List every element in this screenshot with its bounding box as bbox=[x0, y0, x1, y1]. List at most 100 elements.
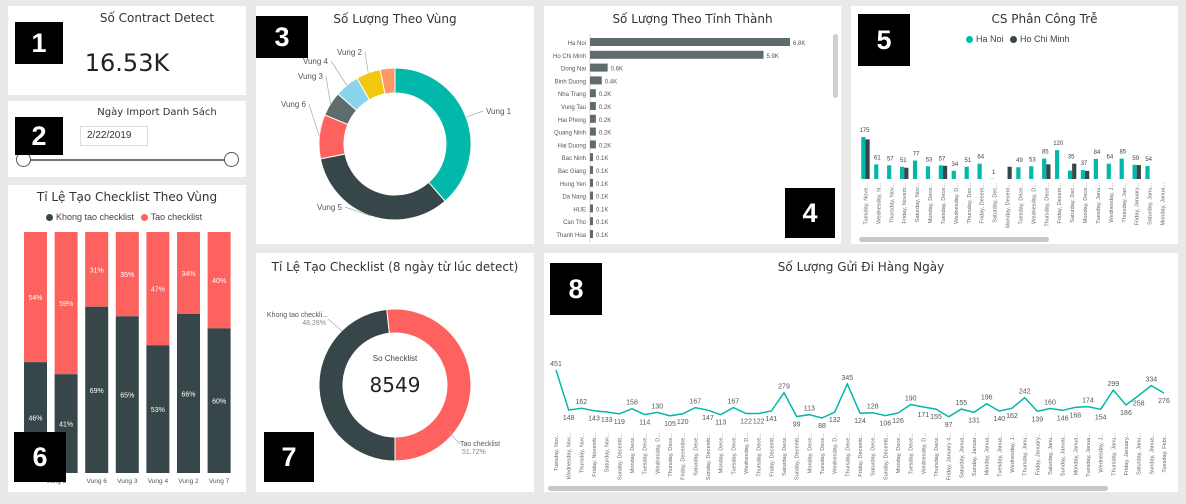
daily-category-label: Friday, Decembe... bbox=[681, 433, 687, 480]
cs-category-label: Tuesday, Nove... bbox=[863, 183, 869, 225]
daily-category-label: Saturday, Janua... bbox=[959, 433, 965, 478]
cs-scrollbar[interactable] bbox=[859, 237, 1049, 242]
daily-value-label: 299 bbox=[1107, 381, 1119, 388]
tinh-value-label: 0.1K bbox=[596, 207, 608, 213]
tinh-bar bbox=[590, 140, 596, 149]
tinh-bar bbox=[590, 191, 593, 200]
donut2-pct: 51.72% bbox=[462, 449, 486, 456]
badge-5: 5 bbox=[858, 14, 910, 66]
daily-value-label: 139 bbox=[1031, 416, 1043, 423]
slicer-end-handle[interactable] bbox=[224, 152, 239, 167]
cs-value-label: 49 bbox=[1016, 158, 1023, 164]
daily-value-label: 174 bbox=[1082, 398, 1094, 405]
daily-category-label: Monday, Dece... bbox=[896, 433, 902, 474]
daily-category-label: Tuesday, Janua... bbox=[997, 433, 1003, 477]
daily-line-card[interactable]: Số Lượng Gửi Đi Hàng Ngày 451 Tuesday, No… bbox=[544, 253, 1178, 492]
slicer-end-date-input[interactable]: 2/22/2019 bbox=[80, 126, 148, 146]
tinh-bar bbox=[590, 38, 790, 46]
tinh-bar bbox=[590, 89, 596, 98]
tinh-category-label: Dong Nai bbox=[561, 67, 586, 73]
stacked-label-tao: 31% bbox=[90, 267, 104, 274]
donut2-pct: 48.28% bbox=[302, 320, 326, 327]
badge-7: 7 bbox=[264, 432, 314, 482]
tinh-category-label: Ho Chi Minh bbox=[553, 54, 586, 60]
cs-category-label: Friday, Novem... bbox=[902, 183, 908, 224]
cs-bar-hanoi bbox=[1080, 170, 1086, 179]
daily-category-label: Sunday, Janua... bbox=[1149, 433, 1155, 475]
tinh-value-label: 0.1K bbox=[596, 156, 608, 162]
cs-category-label: Saturday, Dec... bbox=[1070, 183, 1076, 223]
cs-bar-hanoi bbox=[861, 137, 866, 179]
daily-line-chart: 451 Tuesday, Nov... 148 Wednesday, Nov... 16… bbox=[550, 361, 1170, 481]
slicer-track bbox=[24, 159, 232, 161]
daily-value-label: 122 bbox=[753, 419, 765, 426]
stacked-label-tao: 54% bbox=[28, 295, 42, 302]
cs-value-label: 175 bbox=[859, 128, 870, 134]
badge-1: 1 bbox=[15, 22, 63, 64]
cs-category-label: Saturday, Janu... bbox=[1148, 183, 1154, 225]
tinh-bar bbox=[590, 127, 596, 136]
daily-value-label: 133 bbox=[601, 417, 613, 424]
daily-value-label: 130 bbox=[651, 403, 663, 410]
tinh-value-label: 0.1K bbox=[596, 220, 608, 226]
tinh-category-label: Hai Phong bbox=[558, 118, 586, 124]
badge-6: 6 bbox=[14, 432, 66, 482]
daily-value-label: 146 bbox=[1057, 415, 1069, 422]
daily-value-label: 154 bbox=[1095, 414, 1107, 421]
tinh-bar bbox=[590, 217, 593, 226]
daily-scrollbar[interactable] bbox=[548, 486, 1108, 491]
tinh-category-label: Hung Yen bbox=[560, 182, 586, 188]
daily-category-label: Thursday, Dece... bbox=[845, 433, 851, 477]
badge-3: 3 bbox=[256, 16, 308, 58]
tinh-bar bbox=[590, 102, 596, 110]
cs-bar-hcm bbox=[1085, 170, 1090, 179]
vung-leader-line bbox=[330, 60, 348, 86]
stacked-axis-label: Vung 2 bbox=[178, 478, 199, 485]
cs-category-label: Friday, January... bbox=[1135, 183, 1141, 226]
stacked-label-tao: 59% bbox=[59, 301, 73, 308]
daily-category-label: Friday, January... bbox=[1035, 433, 1041, 476]
stacked-axis-label: Vung 6 bbox=[87, 478, 108, 485]
daily-value-label: 122 bbox=[740, 419, 752, 426]
cs-bar-hanoi bbox=[951, 170, 956, 179]
daily-value-label: 168 bbox=[1069, 412, 1081, 419]
vung-leader-line bbox=[308, 103, 320, 137]
cs-bar-hanoi bbox=[900, 166, 905, 179]
stacked-label-khong-tao: 60% bbox=[212, 399, 226, 406]
daily-category-label: Tuesday, Janua... bbox=[1086, 433, 1092, 477]
vung-leader-line bbox=[325, 75, 331, 104]
cs-bar-hanoi bbox=[964, 166, 969, 179]
vung-slice-label: Vung 5 bbox=[317, 203, 343, 212]
daily-value-label: 171 bbox=[917, 412, 929, 419]
tinh-bar bbox=[590, 230, 593, 238]
daily-category-label: Friday, Decemb... bbox=[769, 433, 775, 477]
tinh-scrollbar[interactable] bbox=[833, 34, 838, 98]
daily-value-label: 131 bbox=[968, 417, 980, 424]
tinh-value-label: 0.2K bbox=[599, 131, 611, 137]
cs-bar-hanoi bbox=[1119, 158, 1124, 179]
vung-slice-label: Vung 6 bbox=[281, 100, 307, 109]
tinh-category-label: Can Tho bbox=[563, 220, 587, 226]
daily-value-label: 155 bbox=[955, 400, 967, 407]
cs-bar-hanoi bbox=[874, 164, 879, 179]
cs-category-label: Tuesday, Dece... bbox=[1018, 183, 1024, 225]
daily-value-label: 190 bbox=[905, 396, 917, 403]
stacked-label-tao: 34% bbox=[181, 271, 195, 278]
cs-bar-hcm bbox=[1046, 164, 1051, 179]
tinh-category-label: Binh Duong bbox=[555, 79, 586, 85]
cs-bar-hcm bbox=[1007, 166, 1012, 179]
stacked-label-khong-tao: 65% bbox=[120, 393, 134, 400]
cs-value-label: 85 bbox=[1042, 150, 1049, 156]
cs-value-label: 84 bbox=[1094, 150, 1101, 156]
slicer-title: Ngày Import Danh Sách bbox=[97, 107, 217, 118]
daily-category-label: Friday, January... bbox=[1124, 433, 1130, 476]
vung-leader-line bbox=[364, 51, 369, 73]
donut2-label: Khong tao checkli... bbox=[267, 312, 328, 319]
daily-value-label: 124 bbox=[854, 418, 866, 425]
cs-bar-hanoi bbox=[1042, 158, 1047, 179]
badge-8: 8 bbox=[550, 263, 602, 315]
cs-bar-hcm bbox=[1072, 163, 1077, 179]
stacked-label-tao: 47% bbox=[151, 287, 165, 294]
daily-category-label: Sunday, Decemb... bbox=[795, 433, 801, 481]
cs-category-label: Thursday, Jan... bbox=[1122, 183, 1128, 223]
